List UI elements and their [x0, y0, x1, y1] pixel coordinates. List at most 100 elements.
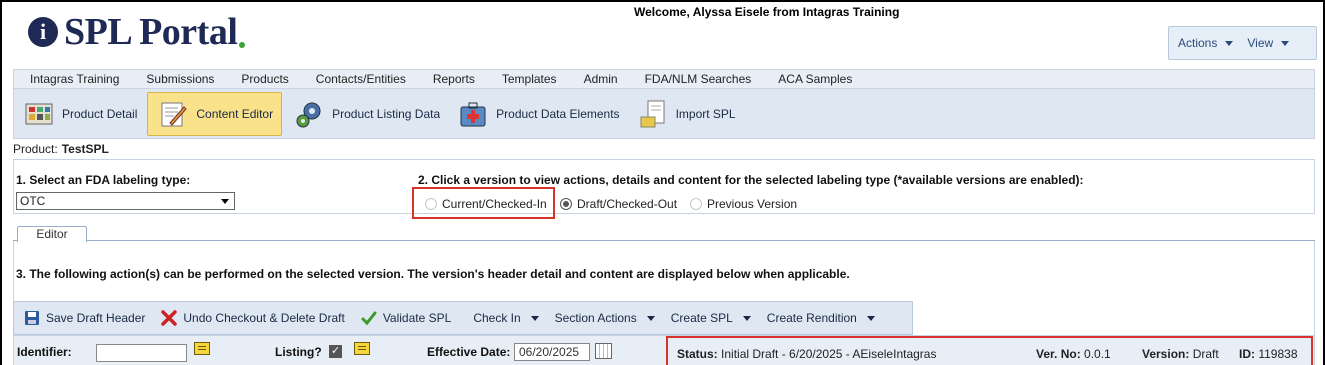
- gears-icon: [294, 99, 324, 129]
- chevron-down-icon: [742, 315, 751, 321]
- status-info-box: Status: Initial Draft - 6/20/2025 - AEis…: [666, 336, 1313, 365]
- effective-date-label: Effective Date:: [427, 345, 511, 359]
- undo-checkout-delete-draft-button[interactable]: Undo Checkout & Delete Draft: [161, 310, 345, 326]
- menu-item-templates[interactable]: Templates: [502, 72, 557, 86]
- menu-item-aca-samples[interactable]: ACA Samples: [778, 72, 852, 86]
- logo-dot: [239, 42, 246, 48]
- menu-item-intagras-training[interactable]: Intagras Training: [30, 72, 119, 86]
- section-actions-menu[interactable]: Section Actions: [555, 311, 655, 325]
- undo-checkout-label: Undo Checkout & Delete Draft: [183, 311, 345, 325]
- id-label: ID:: [1239, 347, 1255, 361]
- import-document-icon: [638, 99, 668, 129]
- product-detail-icon: [24, 99, 54, 129]
- product-listing-data-label: Product Listing Data: [332, 106, 441, 121]
- step2-label: 2. Click a version to view actions, deta…: [418, 173, 1084, 187]
- step3-label: 3. The following action(s) can be perfor…: [16, 267, 850, 281]
- welcome-text: Welcome, Alyssa Eisele from Intagras Tra…: [634, 5, 900, 19]
- chevron-down-icon: [646, 315, 655, 321]
- calendar-icon[interactable]: [595, 343, 612, 359]
- product-listing-data-button[interactable]: Product Listing Data: [284, 92, 448, 136]
- chevron-down-icon: [1225, 40, 1234, 46]
- listing-label: Listing?: [275, 345, 322, 359]
- effective-date-input[interactable]: 06/20/2025: [514, 343, 590, 361]
- version-label: Version:: [1142, 347, 1190, 361]
- radio-label: Previous Version: [707, 197, 798, 211]
- highlight-box-current-version: [412, 187, 555, 219]
- menu-item-submissions[interactable]: Submissions: [146, 72, 214, 86]
- labeling-type-value: OTC: [20, 194, 46, 208]
- radio-previous-version[interactable]: Previous Version: [690, 197, 797, 211]
- status-value: Initial Draft - 6/20/2025 - AEiseleIntag…: [721, 347, 937, 361]
- menu-item-products[interactable]: Products: [241, 72, 288, 86]
- product-line: Product: TestSPL: [13, 142, 109, 156]
- delete-x-icon: [161, 310, 178, 326]
- status-label: Status:: [677, 347, 718, 361]
- note-icon[interactable]: [194, 342, 210, 355]
- version-number-value: 0.0.1: [1084, 347, 1111, 361]
- version-text: Version: Draft: [1142, 347, 1219, 361]
- medical-kit-icon: [458, 99, 488, 129]
- create-rendition-menu[interactable]: Create Rendition: [767, 311, 875, 325]
- radio-draft-checked-out[interactable]: Draft/Checked-Out: [560, 197, 677, 211]
- identifier-input[interactable]: [96, 344, 187, 362]
- content-editor-icon: [158, 99, 188, 129]
- tab-editor[interactable]: Editor: [17, 226, 87, 242]
- product-data-elements-label: Product Data Elements: [496, 106, 620, 121]
- checkmark-icon: [361, 310, 377, 326]
- menu-item-admin[interactable]: Admin: [584, 72, 618, 86]
- version-number-text: Ver. No: 0.0.1: [1036, 347, 1111, 361]
- save-draft-header-button[interactable]: Save Draft Header: [24, 310, 145, 326]
- save-icon: [24, 310, 40, 326]
- validate-spl-button[interactable]: Validate SPL: [361, 310, 452, 326]
- save-draft-header-label: Save Draft Header: [46, 311, 146, 325]
- product-toolbar: Product Detail Content Editor Product Li…: [13, 89, 1315, 139]
- product-name: TestSPL: [61, 142, 109, 156]
- identifier-label: Identifier:: [17, 345, 72, 359]
- actions-label: Actions: [1178, 36, 1218, 50]
- import-spl-button[interactable]: Import SPL: [628, 92, 744, 136]
- menu-item-contacts[interactable]: Contacts/Entities: [316, 72, 406, 86]
- view-menu[interactable]: View: [1247, 36, 1290, 50]
- main-menu: Intagras Training Submissions Products C…: [13, 69, 1315, 89]
- product-data-elements-button[interactable]: Product Data Elements: [448, 92, 627, 136]
- create-rendition-label: Create Rendition: [766, 311, 857, 325]
- chevron-down-icon: [221, 199, 229, 204]
- info-icon: i: [28, 17, 58, 47]
- check-in-label: Check In: [473, 311, 521, 325]
- logo[interactable]: i SPL Portal: [28, 10, 246, 54]
- id-text: ID: 119838: [1239, 347, 1298, 361]
- status-text: Status: Initial Draft - 6/20/2025 - AEis…: [677, 347, 936, 361]
- product-detail-label: Product Detail: [62, 106, 138, 121]
- actions-menu[interactable]: Actions: [1178, 36, 1234, 50]
- validate-spl-label: Validate SPL: [382, 311, 452, 325]
- product-detail-button[interactable]: Product Detail: [14, 92, 145, 136]
- id-value: 119838: [1258, 347, 1298, 361]
- radio-circle-checked: [560, 198, 572, 210]
- step1-label: 1. Select an FDA labeling type:: [16, 173, 191, 187]
- content-editor-label: Content Editor: [196, 106, 274, 121]
- note-icon[interactable]: [354, 342, 370, 355]
- tab-row: [13, 227, 1315, 241]
- create-spl-menu[interactable]: Create SPL: [671, 311, 751, 325]
- check-in-menu[interactable]: Check In: [473, 311, 539, 325]
- chevron-down-icon: [866, 315, 875, 321]
- menu-item-reports[interactable]: Reports: [433, 72, 475, 86]
- logo-text: SPL Portal: [64, 11, 238, 53]
- radio-circle: [690, 198, 702, 210]
- actions-view-bar: Actions View: [1168, 26, 1317, 60]
- menu-item-fda-nlm-searches[interactable]: FDA/NLM Searches: [645, 72, 752, 86]
- chevron-down-icon: [530, 315, 539, 321]
- version-value: Draft: [1192, 347, 1219, 361]
- listing-checkbox[interactable]: ✓: [329, 345, 342, 358]
- section-actions-label: Section Actions: [554, 311, 637, 325]
- radio-label: Draft/Checked-Out: [577, 197, 678, 211]
- product-label: Product:: [13, 142, 58, 156]
- version-actions-bar: Save Draft Header Undo Checkout & Delete…: [13, 301, 913, 335]
- import-spl-label: Import SPL: [675, 106, 736, 121]
- view-label: View: [1247, 36, 1274, 50]
- content-editor-button[interactable]: Content Editor: [147, 91, 283, 136]
- app-window: i SPL Portal Welcome, Alyssa Eisele from…: [0, 0, 1325, 365]
- chevron-down-icon: [1281, 40, 1290, 46]
- labeling-type-select[interactable]: OTC: [16, 192, 235, 210]
- create-spl-label: Create SPL: [670, 311, 733, 325]
